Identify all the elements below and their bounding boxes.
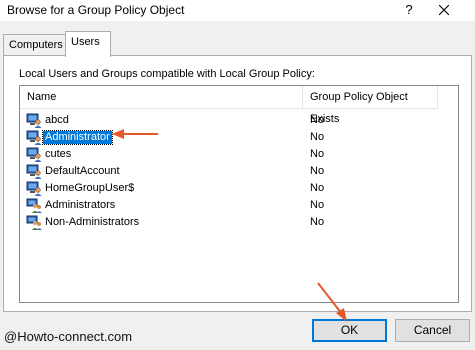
tab-users[interactable]: Users bbox=[65, 31, 111, 57]
column-header-name[interactable]: Name bbox=[20, 86, 303, 109]
group-icon bbox=[26, 215, 42, 230]
column-header-gpo-exists[interactable]: Group Policy Object Exists bbox=[303, 86, 438, 125]
list-item[interactable]: cutes No bbox=[20, 146, 458, 163]
list-item[interactable]: Administrators No bbox=[20, 197, 458, 214]
user-list[interactable]: Name Group Policy Object Exists abcd No … bbox=[19, 85, 459, 303]
item-gpo-exists: No bbox=[310, 182, 325, 194]
item-name: Administrator bbox=[42, 130, 113, 145]
item-name: Non-Administrators bbox=[45, 216, 140, 228]
item-name: DefaultAccount bbox=[45, 165, 120, 177]
item-name: Administrators bbox=[45, 199, 116, 211]
user-icon bbox=[26, 181, 42, 196]
close-icon bbox=[439, 5, 449, 15]
user-icon bbox=[26, 113, 42, 128]
tab-panel: Local Users and Groups compatible with L… bbox=[3, 55, 472, 312]
group-icon bbox=[26, 198, 42, 213]
list-item-selected[interactable]: Administrator No bbox=[20, 129, 458, 146]
item-name: abcd bbox=[45, 114, 69, 126]
list-item[interactable]: HomeGroupUser$ No bbox=[20, 180, 458, 197]
ok-button[interactable]: OK bbox=[312, 319, 387, 342]
watermark: @Howto-connect.com bbox=[4, 329, 133, 344]
tab-computers[interactable]: Computers bbox=[3, 34, 66, 55]
item-gpo-exists: No bbox=[310, 165, 325, 177]
item-gpo-exists: No bbox=[310, 114, 325, 126]
user-icon bbox=[26, 147, 42, 162]
item-gpo-exists: No bbox=[310, 131, 325, 143]
list-item[interactable]: Non-Administrators No bbox=[20, 214, 458, 231]
close-button[interactable] bbox=[428, 0, 460, 20]
cancel-button[interactable]: Cancel bbox=[395, 319, 470, 342]
item-name: cutes bbox=[45, 148, 72, 160]
title-bar: Browse for a Group Policy Object ? bbox=[0, 0, 475, 21]
item-gpo-exists: No bbox=[310, 148, 325, 160]
list-item[interactable]: abcd No bbox=[20, 112, 458, 129]
item-gpo-exists: No bbox=[310, 199, 325, 211]
window-title: Browse for a Group Policy Object bbox=[7, 3, 185, 17]
user-icon bbox=[26, 164, 42, 179]
item-name: HomeGroupUser$ bbox=[45, 182, 135, 194]
user-icon bbox=[26, 130, 42, 145]
list-item[interactable]: DefaultAccount No bbox=[20, 163, 458, 180]
help-button[interactable]: ? bbox=[398, 0, 420, 20]
list-caption: Local Users and Groups compatible with L… bbox=[19, 68, 315, 80]
item-gpo-exists: No bbox=[310, 216, 325, 228]
